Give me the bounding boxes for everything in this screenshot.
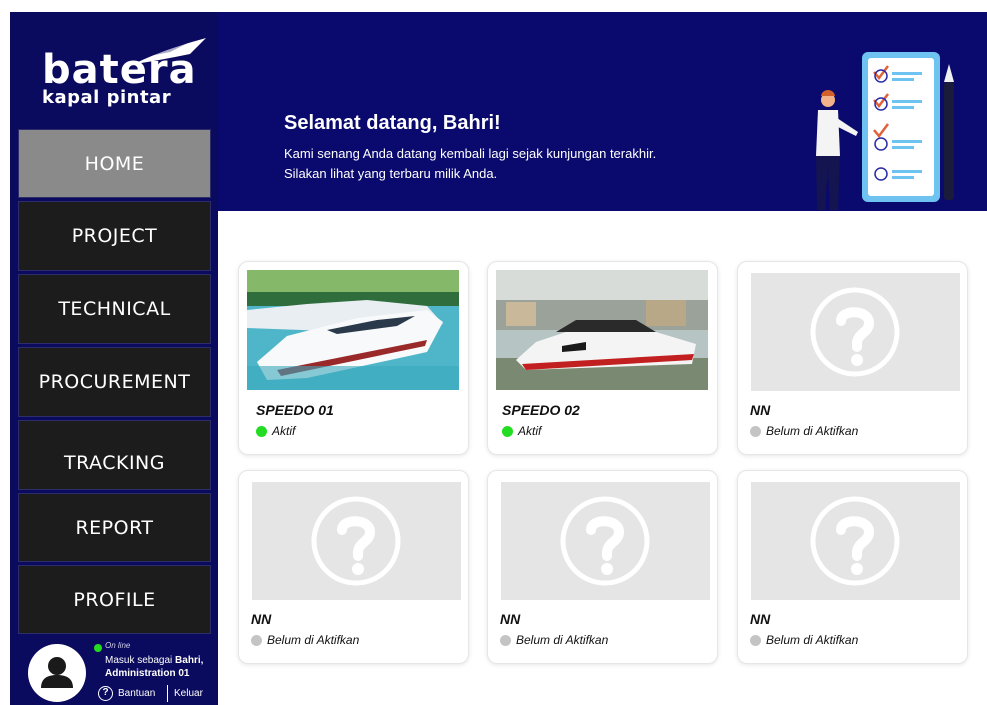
help-icon[interactable]: ? (98, 686, 113, 701)
vessel-photo (496, 270, 708, 390)
status-dot (750, 634, 761, 646)
sidebar: batera kapal pintar HOME PROJECT TECHNIC… (10, 12, 218, 705)
status-dot (502, 425, 513, 437)
vessel-card[interactable]: NN Belum di Aktifkan (737, 261, 968, 455)
vessel-status-label: Aktif (518, 424, 542, 438)
vessel-name: NN (251, 611, 272, 627)
speedboat-photo (247, 270, 459, 390)
vessel-card[interactable]: NN Belum di Aktifkan (238, 470, 469, 664)
welcome-banner: Selamat datang, Bahri! Kami senang Anda … (218, 12, 987, 211)
status-dot (500, 634, 511, 646)
logout-link[interactable]: Keluar (174, 688, 203, 699)
nav-home-label: HOME (84, 152, 145, 175)
nav-report-label: REPORT (75, 516, 154, 539)
avatar[interactable] (28, 644, 86, 702)
welcome-line-1: Kami senang Anda datang kembali lagi sej… (284, 146, 657, 161)
user-icon (41, 657, 73, 688)
nav-profile-label: PROFILE (73, 588, 156, 611)
nav-technical-label: TECHNICAL (58, 298, 171, 320)
speedboat-photo (496, 270, 708, 390)
divider (167, 685, 168, 702)
question-mark-icon (311, 496, 401, 586)
vessel-status-label: Belum di Aktifkan (766, 633, 859, 647)
vessel-card[interactable]: SPEEDO 01 Aktif (238, 261, 469, 455)
online-status-label: On line (105, 641, 131, 650)
nav-technical[interactable]: TECHNICAL (18, 274, 211, 344)
question-mark-icon (810, 496, 900, 586)
vessel-placeholder (252, 482, 461, 600)
logo-tagline: kapal pintar (42, 87, 172, 108)
vessel-placeholder (751, 273, 960, 391)
vessel-status: Belum di Aktifkan (251, 633, 359, 647)
nav-project[interactable]: PROJECT (18, 201, 211, 271)
welcome-title: Selamat datang, Bahri! (284, 112, 501, 134)
nav-tracking-label: TRACKING (64, 452, 165, 474)
vessel-status-label: Belum di Aktifkan (516, 633, 609, 647)
question-mark-icon (560, 496, 650, 586)
vessel-name: SPEEDO 01 (256, 402, 334, 418)
vessel-status: Aktif (502, 424, 541, 438)
question-mark-icon (810, 287, 900, 377)
vessel-status-label: Belum di Aktifkan (766, 424, 859, 438)
vessel-name: SPEEDO 02 (502, 402, 580, 418)
vessel-placeholder (501, 482, 710, 600)
login-info: Masuk sebagai Bahri, (105, 655, 203, 666)
vessel-status: Belum di Aktifkan (500, 633, 608, 647)
logo[interactable]: batera kapal pintar (10, 12, 218, 128)
login-prefix: Masuk sebagai (105, 655, 173, 666)
nav-procurement-label: PROCUREMENT (38, 371, 191, 393)
vessel-name: NN (500, 611, 521, 627)
vessel-status: Belum di Aktifkan (750, 633, 858, 647)
user-panel: On line Masuk sebagai Bahri, Administrat… (10, 636, 218, 705)
vessel-status: Belum di Aktifkan (750, 424, 858, 438)
nav-project-label: PROJECT (71, 225, 158, 247)
user-name: Bahri, (175, 655, 204, 666)
vessel-photo (247, 270, 459, 390)
vessel-status: Aktif (256, 424, 295, 438)
vessel-card[interactable]: NN Belum di Aktifkan (737, 470, 968, 664)
status-dot (251, 634, 262, 646)
vessel-name: NN (750, 402, 771, 418)
app-window: batera kapal pintar HOME PROJECT TECHNIC… (10, 12, 987, 705)
nav-profile[interactable]: PROFILE (18, 565, 211, 634)
welcome-line-2: Silakan lihat yang terbaru milik Anda. (284, 166, 498, 181)
nav-report[interactable]: REPORT (18, 493, 211, 562)
vessel-status-label: Aktif (272, 424, 296, 438)
status-dot (750, 425, 761, 437)
nav-tracking[interactable]: TRACKING (18, 420, 211, 490)
status-dot (256, 425, 267, 437)
nav-procurement[interactable]: PROCUREMENT (18, 347, 211, 417)
user-role: Administration 01 (105, 668, 190, 679)
vessel-card[interactable]: NN Belum di Aktifkan (487, 470, 718, 664)
vessel-status-label: Belum di Aktifkan (267, 633, 360, 647)
help-link[interactable]: Bantuan (118, 688, 155, 699)
checklist-illustration-icon (816, 52, 954, 210)
vessel-card[interactable]: SPEEDO 02 Aktif (487, 261, 718, 455)
logo-brand: batera (42, 47, 197, 93)
nav-home[interactable]: HOME (18, 129, 211, 198)
online-status-dot (94, 644, 102, 652)
vessel-placeholder (751, 482, 960, 600)
vessel-name: NN (750, 611, 771, 627)
